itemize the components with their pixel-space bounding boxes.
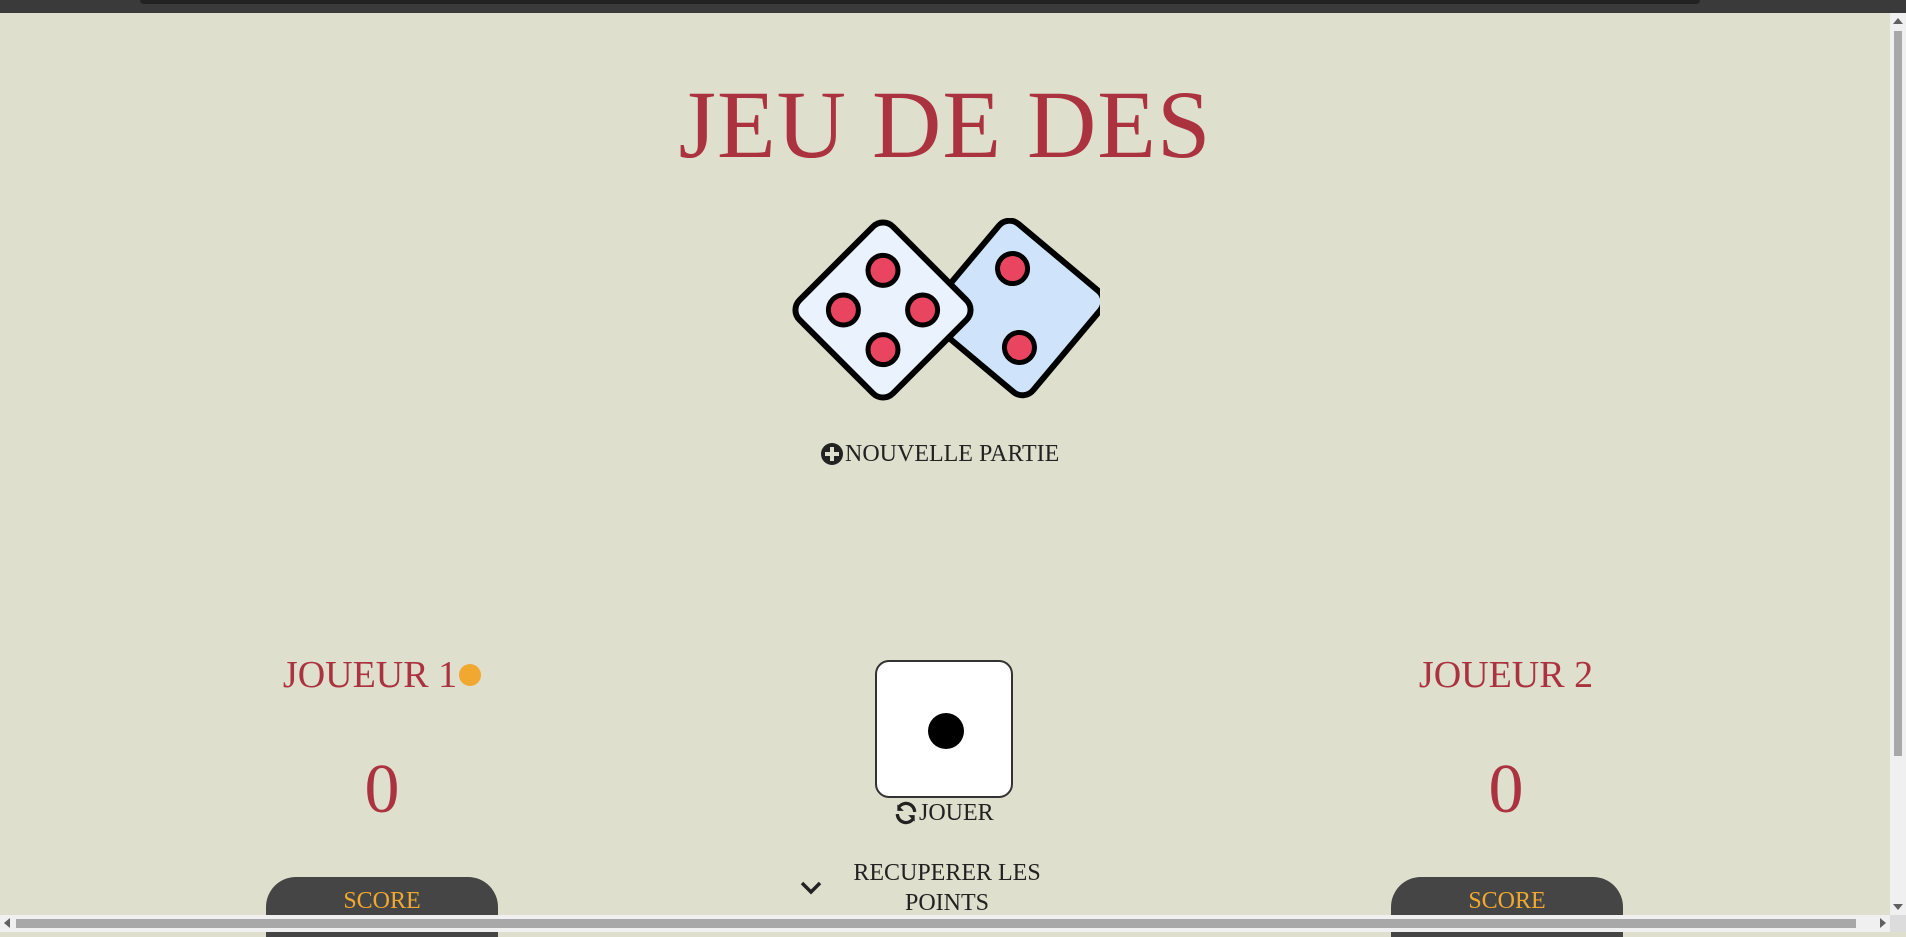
current-die	[875, 660, 1013, 798]
hold-points-button[interactable]: RECUPERER LES POINTS	[790, 858, 1070, 918]
refresh-icon	[895, 801, 917, 825]
page-title: JEU DE DES	[678, 71, 1212, 178]
player-2-name: JOUEUR 2	[1418, 654, 1594, 696]
player-2-panel: JOUEUR 2 0	[1316, 653, 1696, 825]
logo-die-left	[792, 219, 974, 401]
browser-top-bar	[0, 0, 1906, 13]
scroll-down-arrow-icon[interactable]	[1893, 904, 1903, 910]
dice-pair-icon	[792, 218, 1100, 401]
vertical-scrollbar-thumb[interactable]	[1894, 31, 1902, 756]
scroll-right-arrow-icon[interactable]	[1880, 918, 1886, 928]
player-1-name-row: JOUEUR 1	[192, 653, 572, 697]
roll-dice-label: JOUER	[919, 799, 994, 826]
player-2-global-score: 0	[1488, 751, 1524, 828]
browser-top-bar-handle	[140, 0, 1700, 4]
vertical-scrollbar[interactable]	[1890, 13, 1906, 915]
active-player-indicator	[459, 664, 482, 686]
roll-dice-button[interactable]: JOUER	[893, 798, 994, 828]
player-1-name: JOUEUR 1	[282, 654, 458, 696]
chevron-down-icon	[800, 881, 822, 895]
new-game-button[interactable]: NOUVELLE PARTIE	[820, 439, 1059, 469]
die-pip	[928, 713, 964, 749]
scroll-up-arrow-icon[interactable]	[1893, 18, 1903, 24]
scrollbar-corner	[1890, 915, 1906, 932]
player-1-panel: JOUEUR 1 0	[192, 653, 572, 825]
hold-points-label: RECUPERER LES POINTS	[853, 860, 1041, 916]
new-game-label: NOUVELLE PARTIE	[845, 440, 1060, 467]
player-2-name-row: JOUEUR 2	[1316, 653, 1696, 697]
player-1-global-score: 0	[364, 751, 400, 828]
game-page: JEU DE DES NOUVELLE PARTIE JOUEUR 1 0 SC…	[0, 13, 1890, 937]
scroll-left-arrow-icon[interactable]	[4, 918, 10, 928]
horizontal-scrollbar[interactable]	[0, 915, 1890, 932]
horizontal-scrollbar-thumb[interactable]	[16, 919, 1856, 928]
plus-circle-icon	[821, 443, 843, 465]
